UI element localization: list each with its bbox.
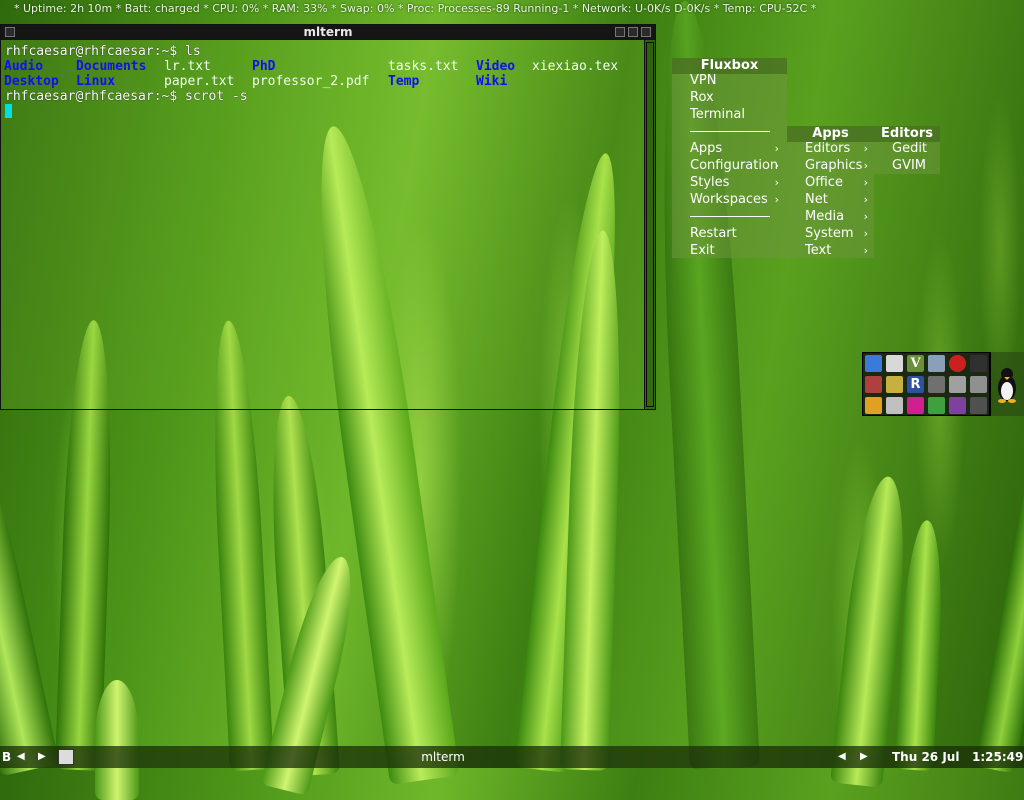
clock: Thu 26 Jul 1:25:49	[892, 750, 1024, 764]
editors-submenu: Editors Gedit GVIM	[874, 126, 940, 174]
next-window-arrow-icon[interactable]: ▶	[860, 746, 868, 768]
menu-item-label: Office	[805, 175, 843, 190]
submenu-arrow-icon: ›	[863, 210, 868, 223]
terminal-window[interactable]: mlterm rhfcaesar@rhfcaesar:~$ ls Audio D…	[0, 24, 656, 410]
menu-separator	[690, 216, 770, 217]
menu-separator	[690, 131, 770, 132]
menu-item-label: Graphics	[805, 158, 863, 173]
ls-entry: Audio	[4, 59, 44, 74]
ls-entry: Documents	[76, 59, 147, 74]
fluxbox-toolbar: B ◀ ▶ mlterm ◀ ▶ Thu 26 Jul 1:25:49	[0, 746, 1024, 768]
menu-item-styles[interactable]: Styles ›	[690, 174, 785, 191]
menu-item-label: Net	[805, 192, 828, 207]
submenu-arrow-icon: ›	[774, 193, 779, 206]
menu-item-label: Styles	[690, 175, 730, 190]
minimize-button[interactable]	[615, 27, 625, 37]
terminal-icon[interactable]	[970, 355, 987, 372]
terminal-output[interactable]: rhfcaesar@rhfcaesar:~$ ls Audio Document…	[1, 40, 645, 409]
ls-entry: lr.txt	[164, 59, 211, 74]
submenu-arrow-icon: ›	[863, 244, 868, 257]
menu-item-vpn[interactable]: VPN	[690, 72, 716, 89]
ls-entry: paper.txt	[164, 74, 235, 89]
scrollbar-thumb[interactable]	[646, 42, 654, 407]
prev-window-arrow-icon[interactable]: ◀	[838, 746, 846, 768]
command-line-ls: rhfcaesar@rhfcaesar:~$ ls	[5, 44, 201, 59]
taskbar-window-title[interactable]: mlterm	[0, 746, 886, 768]
ls-entry: Temp	[388, 74, 420, 89]
submenu-arrow-icon: ›	[863, 159, 868, 172]
menu-item-text[interactable]: Text ›	[805, 242, 874, 259]
screen-icon[interactable]	[970, 397, 987, 414]
tools-icon[interactable]	[970, 376, 987, 393]
pencil-icon[interactable]	[886, 376, 903, 393]
menu-item-label: Text	[805, 243, 832, 258]
ls-entry: Linux	[76, 74, 116, 89]
ls-entry: xiexiao.tex	[532, 59, 619, 74]
text-cursor	[5, 104, 12, 118]
submenu-arrow-icon: ›	[774, 176, 779, 189]
menu-item-gvim[interactable]: GVIM	[892, 157, 926, 174]
menu-item-configuration[interactable]: Configuration ›	[690, 157, 785, 174]
ls-entry: Video	[476, 59, 516, 74]
vim-icon[interactable]: V	[907, 355, 924, 372]
menu-item-gedit[interactable]: Gedit	[892, 140, 927, 157]
tux-penguin-icon[interactable]	[990, 352, 1024, 416]
terminal-scrollbar[interactable]	[644, 40, 655, 409]
menu-item-system[interactable]: System ›	[805, 225, 874, 242]
terminal-title: mlterm	[303, 25, 353, 39]
purple-app-icon[interactable]	[949, 397, 966, 414]
terminal-titlebar[interactable]: mlterm	[1, 25, 655, 40]
monitor-icon[interactable]	[928, 355, 945, 372]
submenu-arrow-icon: ›	[774, 159, 779, 172]
paint-icon[interactable]	[907, 397, 924, 414]
ls-entry: Desktop	[4, 74, 59, 89]
menu-item-exit[interactable]: Exit	[690, 242, 715, 259]
submenu-arrow-icon: ›	[863, 193, 868, 206]
menu-item-editors[interactable]: Editors ›	[805, 140, 874, 157]
apps-submenu: Apps Editors › Graphics › Office › Net › Med…	[787, 126, 874, 258]
menu-item-label: Editors	[805, 141, 851, 156]
menu-item-office[interactable]: Office ›	[805, 174, 874, 191]
window-menu-button[interactable]	[5, 27, 15, 37]
submenu-arrow-icon: ›	[863, 142, 868, 155]
menu-item-net[interactable]: Net ›	[805, 191, 874, 208]
menu-item-terminal[interactable]: Terminal	[690, 106, 745, 123]
menu-item-graphics[interactable]: Graphics ›	[805, 157, 874, 174]
submenu-arrow-icon: ›	[863, 227, 868, 240]
menu-item-workspaces[interactable]: Workspaces ›	[690, 191, 785, 208]
menu-item-label: Media	[805, 209, 845, 224]
ls-entry: Wiki	[476, 74, 508, 89]
calendar-icon[interactable]	[865, 376, 882, 393]
menu-item-label: Configuration	[690, 158, 779, 173]
command-line-scrot: rhfcaesar@rhfcaesar:~$ scrot -s	[5, 89, 248, 104]
menu-item-restart[interactable]: Restart	[690, 225, 737, 242]
conky-status-line: * Uptime: 2h 10m * Batt: charged * CPU: …	[14, 2, 817, 15]
submenu-arrow-icon: ›	[774, 142, 779, 155]
display-icon[interactable]	[928, 376, 945, 393]
slit-dock: V R	[862, 352, 990, 416]
menu-item-rox[interactable]: Rox	[690, 89, 714, 106]
bird-icon[interactable]	[865, 355, 882, 372]
menu-item-media[interactable]: Media ›	[805, 208, 874, 225]
ls-entry: tasks.txt	[388, 59, 459, 74]
leaf-icon[interactable]	[928, 397, 945, 414]
menu-item-label: Apps	[690, 141, 723, 156]
menu-item-apps[interactable]: Apps ›	[690, 140, 785, 157]
disk-icon[interactable]	[886, 355, 903, 372]
close-button[interactable]	[641, 27, 651, 37]
r-language-icon[interactable]: R	[907, 376, 924, 393]
fluxbox-root-menu: Fluxbox VPN Rox Terminal Apps › Configura…	[672, 58, 787, 258]
crossed-tools-icon[interactable]	[865, 397, 882, 414]
maximize-button[interactable]	[628, 27, 638, 37]
opera-icon[interactable]	[949, 355, 966, 372]
ls-entry: professor_2.pdf	[252, 74, 370, 89]
menu-item-label: Workspaces	[690, 192, 768, 207]
ls-entry: PhD	[252, 59, 276, 74]
menu-item-label: System	[805, 226, 854, 241]
gear-icon[interactable]	[886, 397, 903, 414]
text-editor-icon[interactable]	[949, 376, 966, 393]
submenu-arrow-icon: ›	[863, 176, 868, 189]
